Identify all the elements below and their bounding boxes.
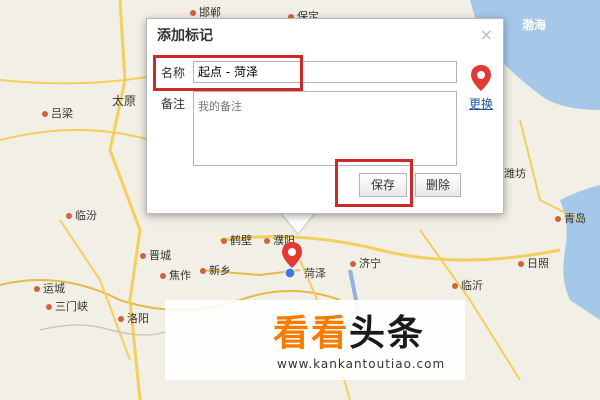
city-label: 临汾 (66, 207, 97, 223)
city-label: 新乡 (200, 262, 231, 278)
city-label: 洛阳 (118, 310, 149, 326)
map-marker-icon[interactable] (282, 242, 302, 278)
note-label: 备注 (161, 97, 186, 111)
note-field[interactable] (193, 91, 457, 166)
city-label: 济宁 (350, 255, 381, 271)
watermark: 看看头条 www.kankantoutiao.com (165, 300, 465, 380)
watermark-brand: 看看头条 (273, 313, 426, 354)
marker-style-icon[interactable] (471, 65, 491, 91)
city-label: 太原 (112, 94, 137, 108)
dialog-pointer (280, 211, 316, 233)
city-label: 鹤壁 (221, 232, 252, 248)
watermark-url: www.kankantoutiao.com (277, 357, 446, 371)
sea-label: 渤海 (522, 18, 547, 32)
highlight-box-name (153, 55, 303, 91)
city-label: 三门峡 (46, 298, 88, 314)
highlight-box-save (335, 159, 413, 207)
close-icon[interactable]: × (480, 25, 493, 44)
city-label: 临沂 (452, 277, 483, 293)
city-label: 吕梁 (42, 105, 73, 121)
city-label: 晋城 (140, 247, 171, 263)
add-marker-dialog: 添加标记 × 名称 起点 - 菏泽 备注 更换 保存 删除 (146, 18, 504, 214)
city-label: 青岛 (555, 210, 586, 226)
city-label: 运城 (34, 280, 65, 296)
city-label: 菏泽 (304, 267, 326, 280)
dialog-title: 添加标记 (157, 28, 213, 44)
delete-button[interactable]: 删除 (415, 173, 461, 197)
city-label: 焦作 (160, 267, 191, 283)
change-marker-link[interactable]: 更换 (469, 95, 493, 112)
city-label: 日照 (518, 255, 549, 271)
